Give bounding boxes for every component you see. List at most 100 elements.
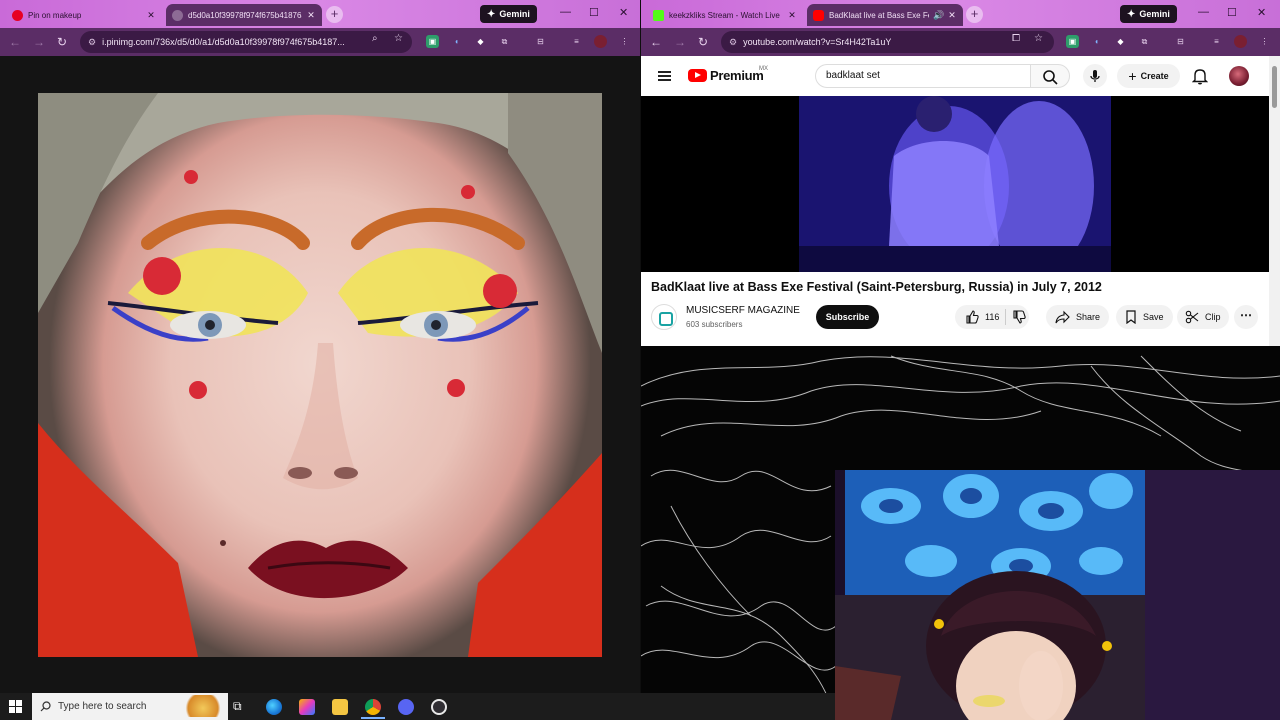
more-actions-button[interactable]: ⋯ — [1234, 305, 1258, 329]
makeup-photo — [38, 93, 602, 657]
reading-list-icon[interactable]: ≡ — [1210, 35, 1223, 48]
reading-list-icon[interactable]: ≡ — [570, 35, 583, 48]
like-dislike-group: 116 — [955, 305, 1029, 329]
chrome-icon[interactable] — [365, 699, 381, 715]
close-tab-icon[interactable]: ✕ — [787, 10, 797, 21]
subscriber-count: 603 subscribers — [686, 320, 743, 329]
create-label: Create — [1140, 71, 1169, 81]
channel-avatar[interactable] — [651, 304, 677, 330]
back-icon[interactable]: ← — [650, 35, 662, 49]
channel-name[interactable]: MUSICSERF MAGAZINE — [686, 305, 800, 316]
bookmark-icon — [1126, 310, 1136, 324]
region-code: MX — [759, 66, 768, 72]
youtube-header: Premium MX badklaat set + Create — [641, 56, 1269, 96]
maximize-icon[interactable]: ☐ — [589, 6, 599, 19]
close-window-icon[interactable]: ✕ — [1257, 6, 1266, 19]
video-scene-art — [799, 96, 1111, 272]
youtube-premium-label[interactable]: Premium — [710, 68, 764, 83]
browser-toolbar: ← → ↻ ⚙ youtube.com/watch?v=Sr4H42Ta1uY … — [641, 28, 1280, 56]
tab-title: Pin on makeup — [28, 10, 82, 20]
extension-icon[interactable]: ◖ — [1090, 35, 1103, 48]
subscribe-button[interactable]: Subscribe — [816, 305, 879, 329]
gemini-button[interactable]: ✦ Gemini — [1120, 5, 1177, 23]
save-label: Save — [1143, 312, 1164, 322]
youtube-logo-icon[interactable] — [688, 69, 707, 82]
tab-title: d5d0a10f39978f974f675b41876a — [188, 10, 302, 20]
menu-icon[interactable]: ⋮ — [1258, 35, 1271, 48]
site-info-icon[interactable]: ⚙ — [88, 37, 96, 48]
gemini-label: Gemini — [1139, 9, 1170, 19]
minimize-icon[interactable]: — — [1198, 6, 1209, 18]
account-avatar[interactable] — [1229, 66, 1249, 86]
extension-icon[interactable]: ◖ — [450, 35, 463, 48]
task-view-icon[interactable]: ⧉ — [233, 699, 242, 714]
thumbs-down-icon[interactable] — [1012, 310, 1027, 324]
close-tab-icon[interactable]: ✕ — [306, 10, 316, 21]
menu-icon[interactable]: ⋮ — [618, 35, 631, 48]
scrollbar-thumb[interactable] — [1272, 66, 1277, 108]
tab-youtube-video[interactable]: BadKlaat live at Bass Exe Fe 🔊 ✕ — [807, 4, 963, 26]
clip-button[interactable]: Clip — [1177, 305, 1229, 329]
voice-search-button[interactable] — [1083, 64, 1107, 88]
bookmark-star-icon[interactable]: ☆ — [1034, 33, 1043, 44]
windows-start-icon[interactable] — [9, 700, 22, 713]
profile-avatar[interactable] — [1234, 35, 1247, 48]
reload-icon[interactable]: ↻ — [698, 35, 708, 49]
file-explorer-icon[interactable] — [332, 699, 348, 715]
maximize-icon[interactable]: ☐ — [1227, 6, 1237, 19]
close-window-icon[interactable]: ✕ — [619, 6, 628, 19]
address-bar[interactable]: ⚙ i.pinimg.com/736x/d5/d0/a1/d5d0a10f399… — [80, 31, 412, 53]
reload-icon[interactable]: ↻ — [57, 35, 67, 49]
install-app-icon[interactable]: ⧠ — [1012, 33, 1020, 44]
edge-browser-icon[interactable] — [266, 699, 282, 715]
thumbs-up-icon[interactable] — [965, 310, 979, 324]
new-tab-button[interactable]: + — [966, 6, 983, 23]
video-player[interactable] — [641, 96, 1269, 272]
forward-icon[interactable]: → — [33, 35, 45, 49]
address-bar[interactable]: ⚙ youtube.com/watch?v=Sr4H42Ta1uY — [721, 31, 1054, 53]
save-button[interactable]: Save — [1116, 305, 1173, 329]
share-label: Share — [1076, 312, 1101, 322]
extension-icon[interactable]: ▣ — [426, 35, 439, 48]
search-button[interactable] — [1030, 64, 1070, 88]
bookmark-star-icon[interactable]: ☆ — [394, 33, 403, 44]
new-tab-button[interactable]: + — [326, 6, 343, 23]
hamburger-menu-icon[interactable] — [658, 71, 671, 81]
profile-avatar[interactable] — [594, 35, 607, 48]
tab-image[interactable]: d5d0a10f39978f974f675b41876a ✕ — [166, 4, 322, 26]
url-text: youtube.com/watch?v=Sr4H42Ta1uY — [743, 37, 892, 47]
gemini-button[interactable]: ✦ Gemini — [480, 5, 537, 23]
site-info-icon[interactable]: ⚙ — [729, 37, 737, 48]
extensions-puzzle-icon[interactable]: ⧉ — [498, 35, 511, 48]
tab-pin-on-makeup[interactable]: Pin on makeup ✕ — [6, 4, 162, 26]
image-tab-icon — [172, 9, 183, 21]
search-input[interactable]: badklaat set — [815, 64, 1030, 88]
audio-playing-icon[interactable]: 🔊 — [933, 10, 944, 21]
search-placeholder: Type here to search — [58, 701, 147, 712]
tab-search-icon[interactable]: ⊟ — [1174, 35, 1187, 48]
taskbar-search-box[interactable]: Type here to search — [32, 693, 228, 720]
extensions-puzzle-icon[interactable]: ⧉ — [1138, 35, 1151, 48]
clip-label: Clip — [1205, 312, 1221, 322]
extension-icon[interactable]: ◆ — [1114, 35, 1127, 48]
obs-studio-icon[interactable] — [431, 699, 447, 715]
zoom-icon[interactable]: ⌕ — [372, 33, 378, 44]
divider — [1005, 309, 1007, 325]
back-icon[interactable]: ← — [9, 35, 21, 49]
minimize-icon[interactable]: — — [560, 6, 571, 18]
video-title: BadKlaat live at Bass Exe Festival (Sain… — [651, 280, 1102, 294]
tab-kick-stream[interactable]: keekzkliks Stream - Watch Live ✕ — [647, 4, 803, 26]
copilot-icon[interactable] — [299, 699, 315, 715]
forward-icon[interactable]: → — [674, 35, 686, 49]
close-tab-icon[interactable]: ✕ — [947, 10, 957, 21]
notifications-bell-icon[interactable] — [1192, 67, 1208, 85]
close-tab-icon[interactable]: ✕ — [146, 10, 156, 21]
gemini-star-icon: ✦ — [487, 8, 496, 20]
create-button[interactable]: + Create — [1117, 64, 1180, 88]
tab-strip: keekzkliks Stream - Watch Live ✕ BadKlaa… — [641, 0, 1280, 28]
discord-icon[interactable] — [398, 699, 414, 715]
extension-icon[interactable]: ▣ — [1066, 35, 1079, 48]
extension-icon[interactable]: ◆ — [474, 35, 487, 48]
tab-search-icon[interactable]: ⊟ — [534, 35, 547, 48]
share-button[interactable]: Share — [1046, 305, 1109, 329]
